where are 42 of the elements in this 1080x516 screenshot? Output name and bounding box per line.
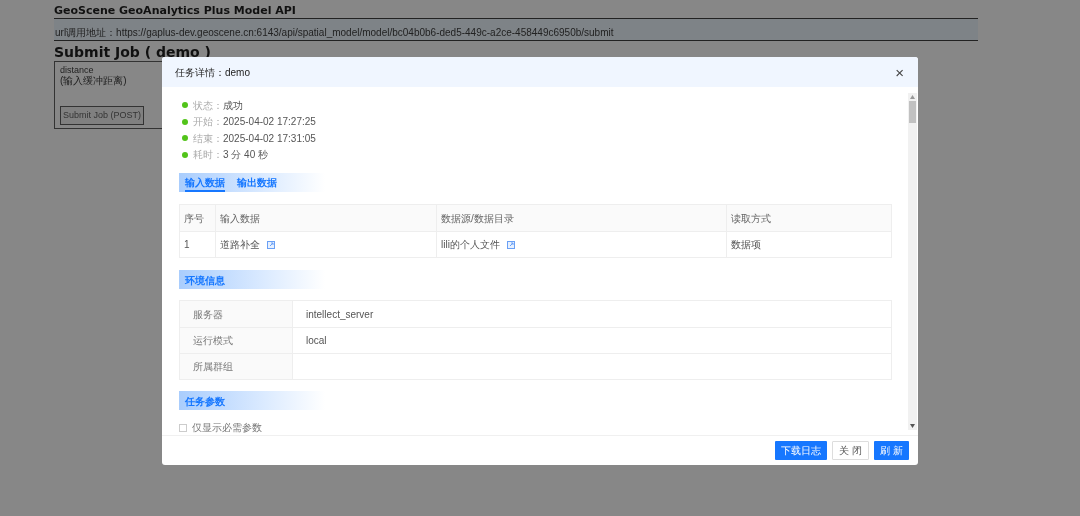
param-name: distance <box>60 65 95 75</box>
data-tab[interactable]: 输出数据 <box>237 175 277 192</box>
column-header: 读取方式 <box>726 204 892 232</box>
footer-button[interactable]: 下载日志 <box>775 441 828 460</box>
footer-button[interactable]: 关 闭 <box>832 441 870 460</box>
scrollbar-thumb[interactable] <box>909 101 916 123</box>
column-header: 数据源/数据目录 <box>436 204 727 232</box>
status-value: 成功 <box>223 98 243 113</box>
status-label: 状态： <box>193 98 223 113</box>
env-value: local <box>305 334 327 348</box>
data-tab[interactable]: 输入数据 <box>185 175 225 192</box>
link-icon[interactable] <box>506 240 515 249</box>
section-title: 环境信息 <box>185 274 225 288</box>
column-header: 输入数据 <box>215 204 437 232</box>
status-label: 结束： <box>193 131 223 146</box>
column-header: 序号 <box>179 204 216 232</box>
status-label: 耗时： <box>193 148 223 163</box>
status-value: 2025-04-02 17:31:05 <box>223 131 316 146</box>
section-title: 任务参数 <box>185 395 225 409</box>
env-label: 所属群组 <box>180 354 293 379</box>
scroll-up-icon[interactable] <box>910 95 915 99</box>
status-value: 2025-04-02 17:27:25 <box>223 115 316 130</box>
status-label: 开始： <box>193 115 223 130</box>
cell-text: 1 <box>184 238 190 252</box>
env-value: intellect_server <box>305 307 374 322</box>
dialog-title: 任务详情：demo <box>175 65 250 80</box>
cell-text: lili的个人文件 <box>441 238 500 252</box>
env-label: 服务器 <box>180 301 293 327</box>
submit-job-button[interactable]: Submit Job (POST) <box>60 106 144 125</box>
close-button[interactable]: × <box>894 64 905 80</box>
scroll-down-icon[interactable] <box>910 424 915 428</box>
link-icon[interactable] <box>267 240 275 249</box>
url-text: url调用地址：https://gaplus-dev.geoscene.cn:6143/api/spatial_model/model/bc04b0b6-ded5-449c-a2ce-458449c6950b/submit <box>55 27 614 38</box>
footer-button[interactable]: 刷 新 <box>874 441 909 460</box>
status-value: 3 分 40 秒 <box>223 148 269 163</box>
param-hint: (输入缓冲距离) <box>60 75 128 86</box>
page-title: GeoScene GeoAnalytics Plus Model API <box>54 3 297 18</box>
cell-text: 道路补全 <box>220 238 260 252</box>
checkbox-label: 仅显示必需参数 <box>192 421 262 435</box>
checkbox[interactable] <box>179 423 187 432</box>
cell-text: 数据项 <box>731 238 761 252</box>
env-label: 运行模式 <box>180 328 293 353</box>
